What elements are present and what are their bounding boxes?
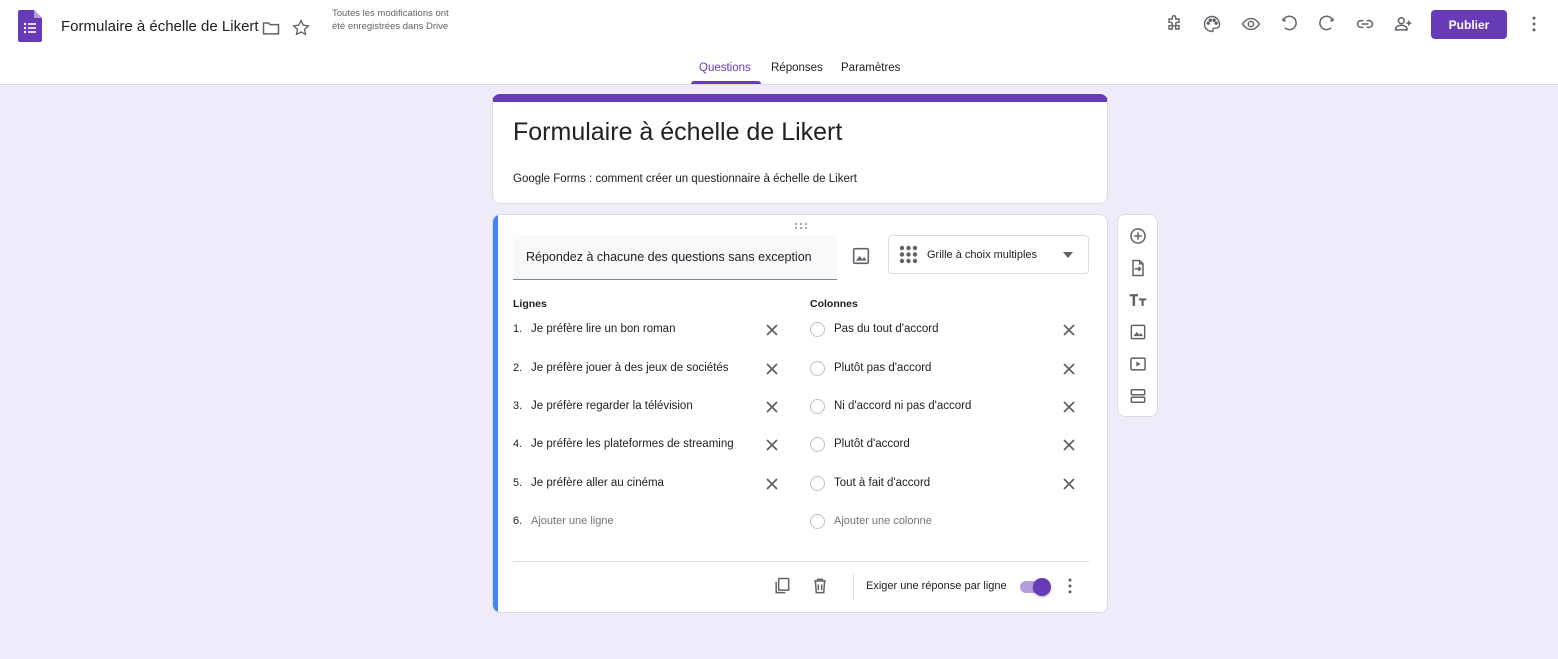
publish-button[interactable]: Publier [1431,10,1507,39]
row-label[interactable]: Je préfère lire un bon roman [531,323,675,335]
active-tab-indicator [691,81,761,84]
footer-separator [853,574,854,600]
add-title-icon[interactable] [1128,290,1148,310]
radio-icon [810,476,825,491]
add-video-icon[interactable] [1128,354,1148,374]
row-number: 6. [513,515,523,527]
row-number: 3. [513,400,523,412]
add-image-icon[interactable] [1128,322,1148,342]
radio-icon [810,437,825,452]
remove-column-icon[interactable] [1061,476,1077,492]
remove-column-icon[interactable] [1061,437,1077,453]
addon-icon[interactable] [1162,12,1186,36]
document-title[interactable]: Formulaire à échelle de Likert [61,18,259,35]
forms-logo-icon[interactable] [18,10,42,42]
required-toggle-label: Exiger une réponse par ligne [866,580,1007,592]
remove-column-icon[interactable] [1061,399,1077,415]
question-more-icon[interactable] [1060,576,1080,596]
column-label[interactable]: Tout à fait d'accord [834,477,930,489]
grid-row-item[interactable]: 2. Je préfère jouer à des jeux de sociét… [513,358,773,380]
columns-heading: Colonnes [810,298,858,310]
row-label[interactable]: Je préfère les plateformes de streaming [531,438,734,450]
required-toggle[interactable] [1020,578,1052,596]
row-label[interactable]: Je préfère regarder la télévision [531,400,693,412]
question-type-label: Grille à choix multiples [927,249,1038,261]
star-icon[interactable] [289,16,313,40]
radio-icon [810,361,825,376]
tab-settings[interactable]: Paramètres [841,62,900,74]
add-image-icon[interactable] [850,245,872,267]
column-label[interactable]: Plutôt pas d'accord [834,362,931,374]
add-row-option[interactable]: 6. Ajouter une ligne [513,511,773,533]
remove-row-icon[interactable] [764,437,780,453]
row-number: 2. [513,362,523,374]
radio-icon [810,322,825,337]
delete-icon[interactable] [810,576,830,596]
radio-icon [810,514,825,529]
palette-icon[interactable] [1200,12,1224,36]
form-header-card[interactable]: Formulaire à échelle de Likert Google Fo… [492,94,1108,204]
toggle-knob [1033,578,1051,596]
remove-row-icon[interactable] [764,476,780,492]
remove-row-icon[interactable] [764,322,780,338]
question-title-input[interactable]: Répondez à chacune des questions sans ex… [513,235,837,280]
side-toolbar [1117,214,1158,417]
row-number: 4. [513,438,523,450]
add-collaborator-icon[interactable] [1391,12,1415,36]
grid-icon [899,245,918,264]
grid-column-item[interactable]: Tout à fait d'accord [810,473,1060,495]
grid-row-item[interactable]: 3. Je préfère regarder la télévision [513,396,773,418]
column-label[interactable]: Pas du tout d'accord [834,323,938,335]
row-number: 5. [513,477,523,489]
dropdown-arrow-icon [1063,252,1073,258]
remove-column-icon[interactable] [1061,361,1077,377]
row-label[interactable]: Je préfère aller au cinéma [531,477,664,489]
question-title: Répondez à chacune des questions sans ex… [526,250,812,264]
column-label[interactable]: Plutôt d'accord [834,438,910,450]
add-column-option[interactable]: Ajouter une colonne [810,511,1060,533]
form-title[interactable]: Formulaire à échelle de Likert [513,118,842,147]
remove-column-icon[interactable] [1061,322,1077,338]
question-card[interactable]: Répondez à chacune des questions sans ex… [492,214,1108,613]
rows-heading: Lignes [513,298,547,310]
grid-column-item[interactable]: Plutôt d'accord [810,434,1060,456]
more-vert-icon[interactable] [1522,12,1546,36]
move-to-folder-icon[interactable] [259,16,283,40]
add-column-label[interactable]: Ajouter une colonne [834,515,932,527]
save-status: Toutes les modifications ont été enregis… [332,8,449,32]
duplicate-icon[interactable] [772,576,792,596]
grid-column-item[interactable]: Ni d'accord ni pas d'accord [810,396,1060,418]
preview-icon[interactable] [1239,12,1263,36]
column-label[interactable]: Ni d'accord ni pas d'accord [834,400,971,412]
remove-row-icon[interactable] [764,361,780,377]
question-type-dropdown[interactable]: Grille à choix multiples [888,235,1089,274]
radio-icon [810,399,825,414]
remove-row-icon[interactable] [764,399,780,415]
add-question-icon[interactable] [1128,226,1148,246]
undo-icon[interactable] [1277,12,1301,36]
tab-questions[interactable]: Questions [699,62,751,74]
app-header: Formulaire à échelle de Likert Toutes le… [0,0,1558,85]
link-icon[interactable] [1353,12,1377,36]
redo-icon[interactable] [1315,12,1339,36]
focus-indicator [493,215,498,612]
grid-column-item[interactable]: Plutôt pas d'accord [810,358,1060,380]
tab-bar: Questions Réponses Paramètres [0,56,1558,85]
grid-row-item[interactable]: 5. Je préfère aller au cinéma [513,473,773,495]
tab-responses[interactable]: Réponses [771,62,823,74]
grid-column-item[interactable]: Pas du tout d'accord [810,319,1060,341]
row-number: 1. [513,323,523,335]
form-description[interactable]: Google Forms : comment créer un question… [513,173,857,185]
import-questions-icon[interactable] [1128,258,1148,278]
grid-row-item[interactable]: 4. Je préfère les plateformes de streami… [513,434,773,456]
footer-divider [513,561,1089,562]
grid-row-item[interactable]: 1. Je préfère lire un bon roman [513,319,773,341]
add-row-label[interactable]: Ajouter une ligne [531,515,614,527]
add-section-icon[interactable] [1128,386,1148,406]
row-label[interactable]: Je préfère jouer à des jeux de sociétés [531,362,729,374]
drag-handle-icon[interactable] [794,222,808,230]
